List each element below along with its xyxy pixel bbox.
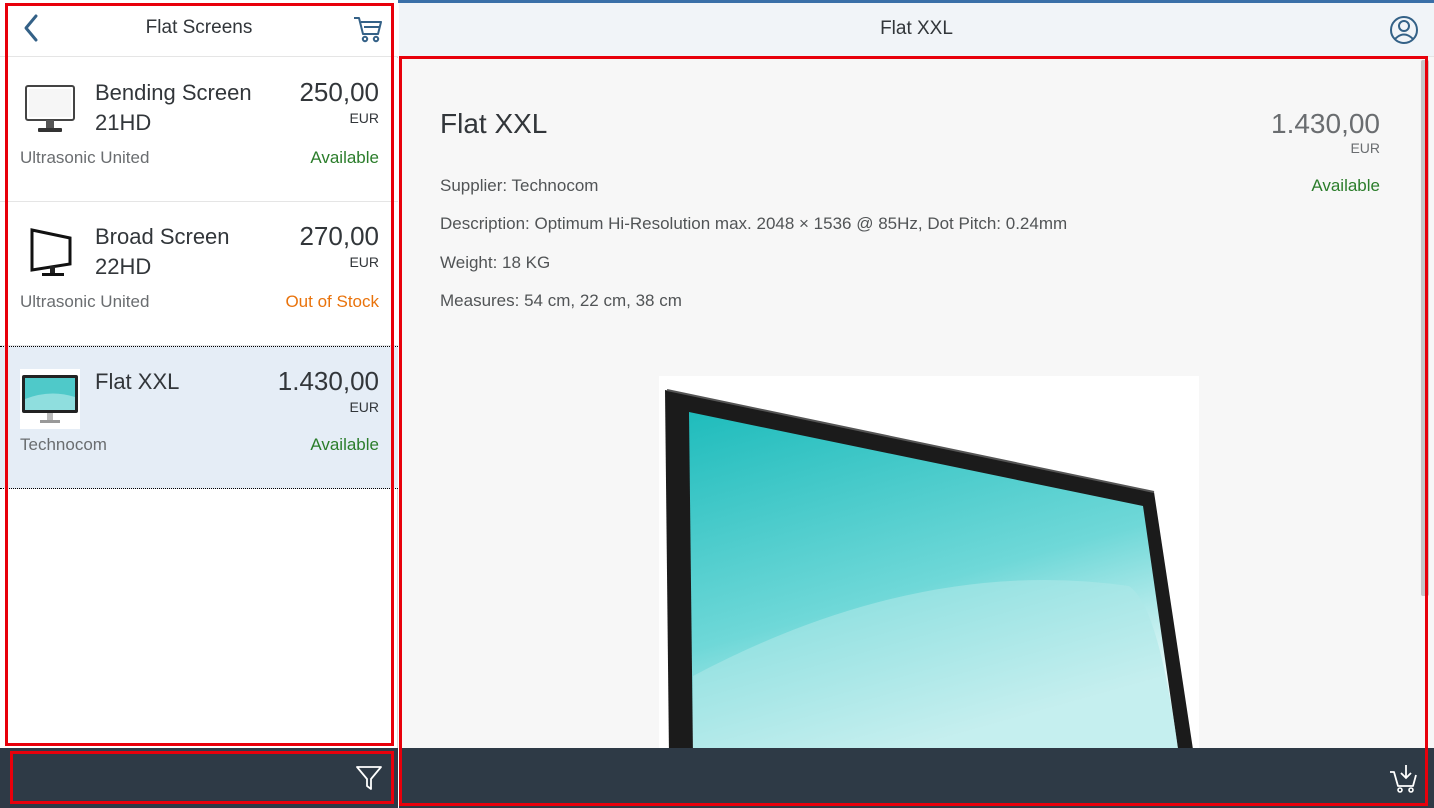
attribute-description: Description: Optimum Hi-Resolution max. … <box>440 214 1068 233</box>
monitor-teal-icon <box>20 369 80 429</box>
object-currency: EUR <box>1350 140 1380 156</box>
monitor-white-icon <box>20 80 80 140</box>
monitor-black-icon <box>20 224 80 284</box>
attribute-measures: Measures: 54 cm, 22 cm, 38 cm <box>440 291 682 310</box>
product-name: Flat XXL <box>95 369 180 394</box>
product-status: Available <box>310 148 379 167</box>
object-title: Flat XXL <box>440 108 548 139</box>
user-button[interactable] <box>1388 14 1420 46</box>
list-item-selected[interactable]: Flat XXL 1.430,00 EUR Technocom Availabl… <box>0 346 398 489</box>
product-currency: EUR <box>349 254 379 270</box>
master-pane: Flat Screens Bending Screen 21HD 250,00 … <box>0 0 398 808</box>
product-currency: EUR <box>349 399 379 415</box>
object-price: 1.430,00 <box>1271 108 1380 139</box>
filter-button[interactable] <box>355 764 383 792</box>
list-item[interactable]: Bending Screen 21HD 250,00 EUR Ultrasoni… <box>0 58 398 202</box>
cart-button[interactable] <box>352 13 384 45</box>
product-status: Out of Stock <box>285 292 379 311</box>
product-price: 250,00 <box>299 77 379 107</box>
product-image <box>659 376 1199 748</box>
attribute-supplier: Supplier: Technocom <box>440 176 599 195</box>
product-supplier: Ultrasonic United <box>20 148 150 167</box>
master-footer-toolbar <box>0 748 398 808</box>
detail-footer-toolbar <box>399 748 1434 808</box>
product-list: Bending Screen 21HD 250,00 EUR Ultrasoni… <box>0 58 398 489</box>
product-name: Bending Screen 21HD <box>95 80 252 135</box>
product-supplier: Technocom <box>20 435 107 454</box>
product-name: Broad Screen 22HD <box>95 224 230 279</box>
list-item[interactable]: Broad Screen 22HD 270,00 EUR Ultrasonic … <box>0 202 398 346</box>
detail-header-title: Flat XXL <box>880 18 953 39</box>
checkout-button[interactable] <box>1389 764 1419 794</box>
object-status: Available <box>1311 176 1380 195</box>
attribute-weight: Weight: 18 KG <box>440 253 551 272</box>
product-currency: EUR <box>349 110 379 126</box>
cart-icon <box>354 17 382 43</box>
user-icon <box>1390 16 1418 44</box>
detail-header: Flat XXL <box>399 3 1434 57</box>
master-title: Flat Screens <box>145 17 253 38</box>
product-status: Available <box>310 435 379 454</box>
product-price: 270,00 <box>299 221 379 251</box>
detail-body: Flat XXL 1.430,00 EUR Available Supplier… <box>399 58 1434 748</box>
cart-checkout-icon <box>1390 765 1417 793</box>
master-header: Flat Screens <box>0 0 398 57</box>
product-supplier: Ultrasonic United <box>20 292 150 311</box>
product-price: 1.430,00 <box>277 366 379 396</box>
detail-pane: Flat XXL Flat XXL 1.430,00 EUR Available… <box>399 3 1434 808</box>
filter-icon <box>356 766 382 790</box>
detail-scrollbar[interactable] <box>1421 60 1429 596</box>
